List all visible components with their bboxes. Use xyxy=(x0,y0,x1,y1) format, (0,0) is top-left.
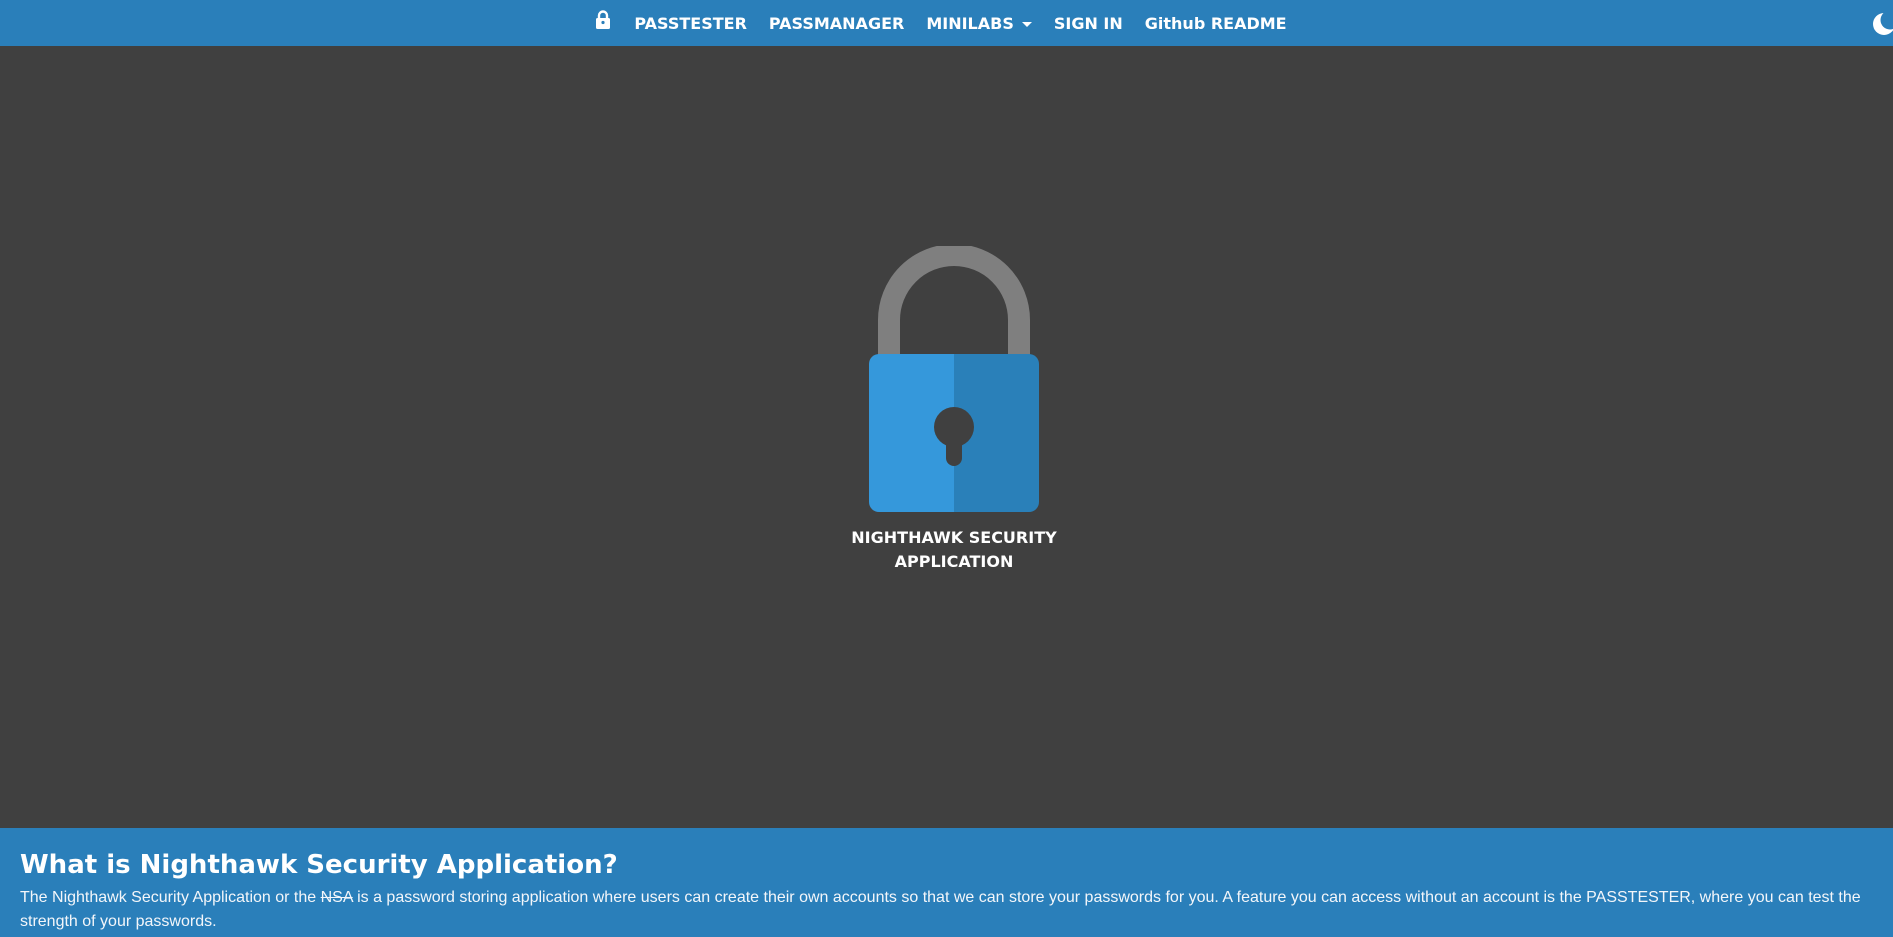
nav-minilabs-dropdown[interactable]: MINILABS xyxy=(915,14,1043,33)
nav-github-readme[interactable]: Github README xyxy=(1134,14,1298,33)
app-title: NIGHTHAWK SECURITY APPLICATION xyxy=(803,526,1105,574)
nav-minilabs-label: MINILABS xyxy=(926,13,1014,33)
chevron-down-icon xyxy=(1021,21,1032,27)
padlock-icon xyxy=(858,244,1050,518)
nav-sign-in[interactable]: SIGN IN xyxy=(1043,14,1134,33)
nav-brand-lock-icon[interactable] xyxy=(595,10,611,30)
about-text-before: The Nighthawk Security Application or th… xyxy=(20,889,321,906)
nav-passtester[interactable]: PASSTESTER xyxy=(623,14,758,33)
nav-passmanager[interactable]: PASSMANAGER xyxy=(758,14,915,33)
about-section: What is Nighthawk Security Application? … xyxy=(0,828,1893,937)
moon-icon xyxy=(1873,11,1893,35)
app-title-line2: APPLICATION xyxy=(894,552,1014,571)
about-description: The Nighthawk Security Application or th… xyxy=(20,886,1890,934)
nsa-strikethrough: NSA xyxy=(320,889,353,906)
theme-toggle-button[interactable] xyxy=(1871,11,1893,37)
navbar: PASSTESTER PASSMANAGER MINILABS SIGN IN … xyxy=(0,0,1893,46)
nav-menu: PASSTESTER PASSMANAGER MINILABS SIGN IN … xyxy=(0,0,1893,46)
about-heading: What is Nighthawk Security Application? xyxy=(20,850,618,880)
lock-icon xyxy=(596,10,611,29)
app-title-line1: NIGHTHAWK SECURITY xyxy=(851,528,1057,547)
hero-section: NIGHTHAWK SECURITY APPLICATION xyxy=(0,46,1893,828)
